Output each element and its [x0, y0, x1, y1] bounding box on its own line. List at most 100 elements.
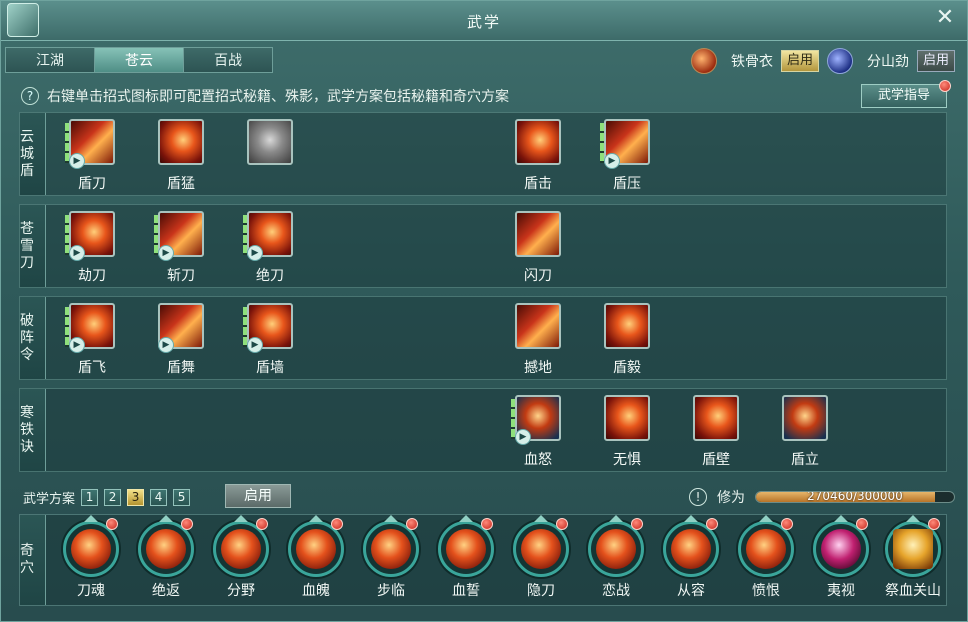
skill-dunji[interactable]: 盾击	[508, 119, 568, 193]
qixue-slot[interactable]: 愤恨	[733, 515, 799, 605]
qixue-name: 隐刀	[527, 583, 555, 599]
qixue-slot[interactable]: 刀魂	[58, 515, 124, 605]
info-line: ? 右键单击招式图标即可配置招式秘籍、殊影，武学方案包括秘籍和奇穴方案	[21, 85, 509, 107]
skill-dunmeng[interactable]: 盾猛	[151, 119, 211, 193]
skill-name: 血怒	[524, 452, 552, 468]
play-icon[interactable]: ▶	[247, 337, 263, 353]
plan-3-button[interactable]: 3	[127, 488, 145, 506]
blade-emblem-icon	[827, 48, 853, 74]
play-icon[interactable]: ▶	[158, 337, 174, 353]
skill-icon[interactable]: ▶	[243, 211, 293, 261]
skill-icon[interactable]: ▶	[158, 303, 204, 353]
qixue-slot[interactable]: 隐刀	[508, 515, 574, 605]
skill-icon[interactable]	[515, 119, 561, 165]
qixue-slot[interactable]: 祭血关山	[880, 515, 946, 605]
yindao-icon	[521, 529, 561, 569]
skill-icon[interactable]: ▶	[600, 119, 650, 169]
play-icon[interactable]: ▶	[604, 153, 620, 169]
play-icon[interactable]: ▶	[247, 245, 263, 261]
arrow-up-icon	[906, 515, 920, 522]
skill-dunya[interactable]: ▶ 盾压	[597, 119, 657, 193]
plan-selector: 武学方案 1 2 3 4 5	[23, 487, 191, 507]
alert-icon[interactable]: !	[689, 488, 707, 506]
arrow-up-icon	[234, 515, 248, 522]
skill-shandao[interactable]: 闪刀	[508, 211, 568, 285]
skill-dunwu[interactable]: ▶ 盾舞	[151, 303, 211, 377]
arrow-up-icon	[834, 515, 848, 522]
fenshan-enable-button[interactable]: 启用	[917, 50, 955, 72]
skill-dunli[interactable]: 盾立	[775, 395, 835, 469]
skill-zhandao[interactable]: ▶ 斩刀	[151, 211, 211, 285]
skill-icon[interactable]: ▶	[65, 119, 115, 169]
skill-icon[interactable]	[693, 395, 739, 441]
skill-row-pozhenling: 破阵令 ▶ 盾飞 ▶ 盾舞 ▶ 盾墙 撼地 盾毅	[19, 296, 947, 380]
row-label: 破阵令	[20, 297, 46, 379]
cultivation-label: 修为	[717, 490, 745, 506]
skill-row-yunchengdun: 云城盾 ▶ 盾刀 盾猛 盾击 ▶ 盾压	[19, 112, 947, 196]
skill-handi[interactable]: 撼地	[508, 303, 568, 377]
guide-button[interactable]: 武学指导	[861, 84, 947, 108]
qixue-slot[interactable]: 血魄	[283, 515, 349, 605]
skill-icon[interactable]: ▶	[65, 211, 115, 261]
skill-dunfei[interactable]: ▶ 盾飞	[62, 303, 122, 377]
close-icon[interactable]: ✕	[933, 7, 957, 31]
skill-icon[interactable]: ▶	[154, 211, 204, 261]
plan-2-button[interactable]: 2	[104, 488, 122, 506]
skill-juedao[interactable]: ▶ 绝刀	[240, 211, 300, 285]
skill-jiedao[interactable]: ▶ 劫刀	[62, 211, 122, 285]
skill-icon[interactable]: ▶	[243, 303, 293, 353]
tab-bar: 江湖 苍云 百战	[5, 47, 273, 73]
level-bar-icon	[243, 215, 247, 255]
locked-skill-icon[interactable]	[247, 119, 293, 165]
daohun-icon	[71, 529, 111, 569]
qixue-slot[interactable]: 分野	[208, 515, 274, 605]
tab-baizhan[interactable]: 百战	[183, 47, 273, 73]
skill-icon[interactable]	[515, 211, 561, 257]
help-icon[interactable]: ?	[21, 87, 39, 105]
qixue-slot[interactable]: 夷视	[808, 515, 874, 605]
row-label: 云城盾	[20, 113, 46, 195]
play-icon[interactable]: ▶	[69, 245, 85, 261]
skill-icon[interactable]	[515, 303, 561, 349]
play-icon[interactable]: ▶	[515, 429, 531, 445]
skill-name: 盾刀	[78, 176, 106, 192]
plan-1-button[interactable]: 1	[81, 488, 99, 506]
notification-dot-icon	[631, 518, 643, 530]
qixue-slot[interactable]: 血誓	[433, 515, 499, 605]
skill-dunqiang[interactable]: ▶ 盾墙	[240, 303, 300, 377]
notification-dot-icon	[106, 518, 118, 530]
skill-icon[interactable]	[782, 395, 828, 441]
play-icon[interactable]: ▶	[69, 337, 85, 353]
arrow-up-icon	[609, 515, 623, 522]
tiegu-enable-button[interactable]: 启用	[781, 50, 819, 72]
qixue-slot[interactable]: 恋战	[583, 515, 649, 605]
plan-4-button[interactable]: 4	[150, 488, 168, 506]
qixue-label: 奇穴	[20, 515, 46, 605]
plan-enable-button[interactable]: 启用	[225, 484, 291, 508]
qixue-slot[interactable]: 步临	[358, 515, 424, 605]
skill-icon[interactable]: ▶	[511, 395, 561, 445]
arrow-up-icon	[759, 515, 773, 522]
tab-cangyun[interactable]: 苍云	[94, 47, 184, 73]
skill-xuenu[interactable]: ▶ 血怒	[508, 395, 568, 469]
skill-icon[interactable]	[604, 303, 650, 349]
skill-icon[interactable]	[158, 119, 204, 165]
qixue-slot[interactable]: 从容	[658, 515, 724, 605]
play-icon[interactable]: ▶	[69, 153, 85, 169]
skill-icon[interactable]	[604, 395, 650, 441]
skill-dundao[interactable]: ▶ 盾刀	[62, 119, 122, 193]
skill-icon[interactable]: ▶	[65, 303, 115, 353]
notification-dot-icon	[856, 518, 868, 530]
notification-dot-icon	[331, 518, 343, 530]
tab-jianghu[interactable]: 江湖	[5, 47, 95, 73]
skill-name: 盾毅	[613, 360, 641, 376]
skill-dunyi[interactable]: 盾毅	[597, 303, 657, 377]
skill-wuju[interactable]: 无惧	[597, 395, 657, 469]
qixue-name: 祭血关山	[885, 583, 941, 599]
play-icon[interactable]: ▶	[158, 245, 174, 261]
qixue-slot[interactable]: 绝返	[133, 515, 199, 605]
plan-5-button[interactable]: 5	[173, 488, 191, 506]
skill-locked[interactable]	[240, 119, 300, 193]
skill-dunbi[interactable]: 盾壁	[686, 395, 746, 469]
fenhen-icon	[746, 529, 786, 569]
